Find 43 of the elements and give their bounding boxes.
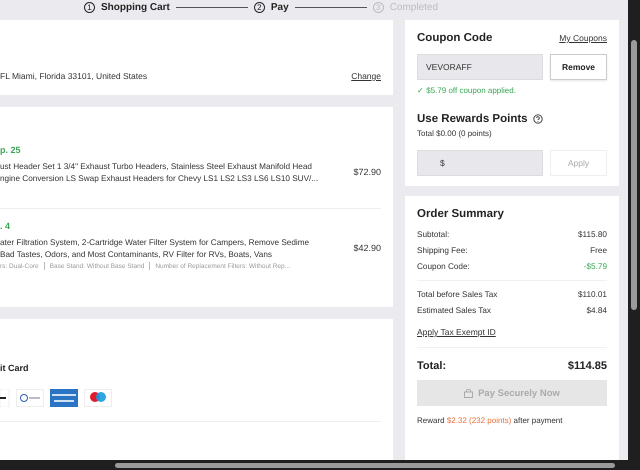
summary-value: $4.84 [586, 306, 607, 315]
change-link[interactable]: Change [351, 71, 381, 81]
summary-label: Subtotal: [417, 230, 450, 239]
step-label: Pay [270, 2, 289, 12]
product-price: $72.90 [353, 167, 381, 177]
shipping-text: . 4 [0, 221, 12, 231]
summary-label: Shipping Fee: [417, 246, 468, 255]
help-icon[interactable] [532, 114, 543, 124]
coupon-title: Coupon Code [417, 32, 492, 44]
summary-label: Total before Sales Tax [417, 290, 498, 299]
payment-method-label: it Card [0, 363, 30, 373]
tax-exempt-link[interactable]: Apply Tax Exempt ID [417, 327, 496, 337]
product-title: ater Filtration System, 2-Cartridge Water Filter System for Campers, Remove Sedime Bad Tastes, Odors, and Most Contaminants, RV Filter for RVs, Boats, Vans [0, 237, 310, 260]
reward-text: Reward $2.32 (232 points) after payment [417, 416, 564, 425]
lock-icon [464, 388, 474, 398]
product-price: $42.90 [353, 243, 381, 253]
total-label: Total: [417, 360, 446, 372]
horizontal-scrollbar[interactable] [0, 460, 640, 470]
coupon-message: ✓ $5.79 off coupon applied. [417, 86, 517, 95]
total-value: $114.85 [568, 360, 607, 372]
summary-label: Estimated Sales Tax [417, 306, 492, 315]
coupon-field[interactable]: VEVORAFF [417, 54, 543, 80]
product-title: ust Header Set 1 3/4" Exhaust Turbo Headers, Stainless Steel Exhaust Manifold Head ngine Conversion LS Swap Exhaust Headers for Chevy LS1 LS2 LS3 LS6 LS10 SUV/... [0, 161, 318, 184]
summary-value: $115.80 [578, 230, 607, 239]
step-label: Shopping Cart [101, 2, 170, 12]
points-field[interactable]: $ [417, 150, 543, 176]
my-coupons-link[interactable]: My Coupons [559, 33, 607, 43]
card-logo-icon [16, 389, 44, 407]
remove-button[interactable]: Remove [550, 54, 607, 80]
summary-value: $110.01 [578, 290, 607, 299]
summary-title: Order Summary [417, 208, 505, 220]
rewards-total: Total $0.00 (0 points) [417, 129, 493, 138]
summary-value: Free [590, 246, 607, 255]
card-logo-icon [50, 389, 78, 407]
summary-value: -$5.79 [584, 262, 607, 271]
card-logo-icon [84, 389, 112, 407]
shipping-text: p. 25 [0, 145, 22, 155]
step-number: 2 [254, 2, 265, 12]
summary-label: Coupon Code: [417, 262, 470, 271]
vertical-scrollbar[interactable] [628, 0, 640, 460]
step-number: 1 [84, 2, 95, 12]
address-text: FL Miami, Florida 33101, United States [0, 71, 148, 81]
rewards-title: Use Rewards Points [417, 113, 528, 125]
